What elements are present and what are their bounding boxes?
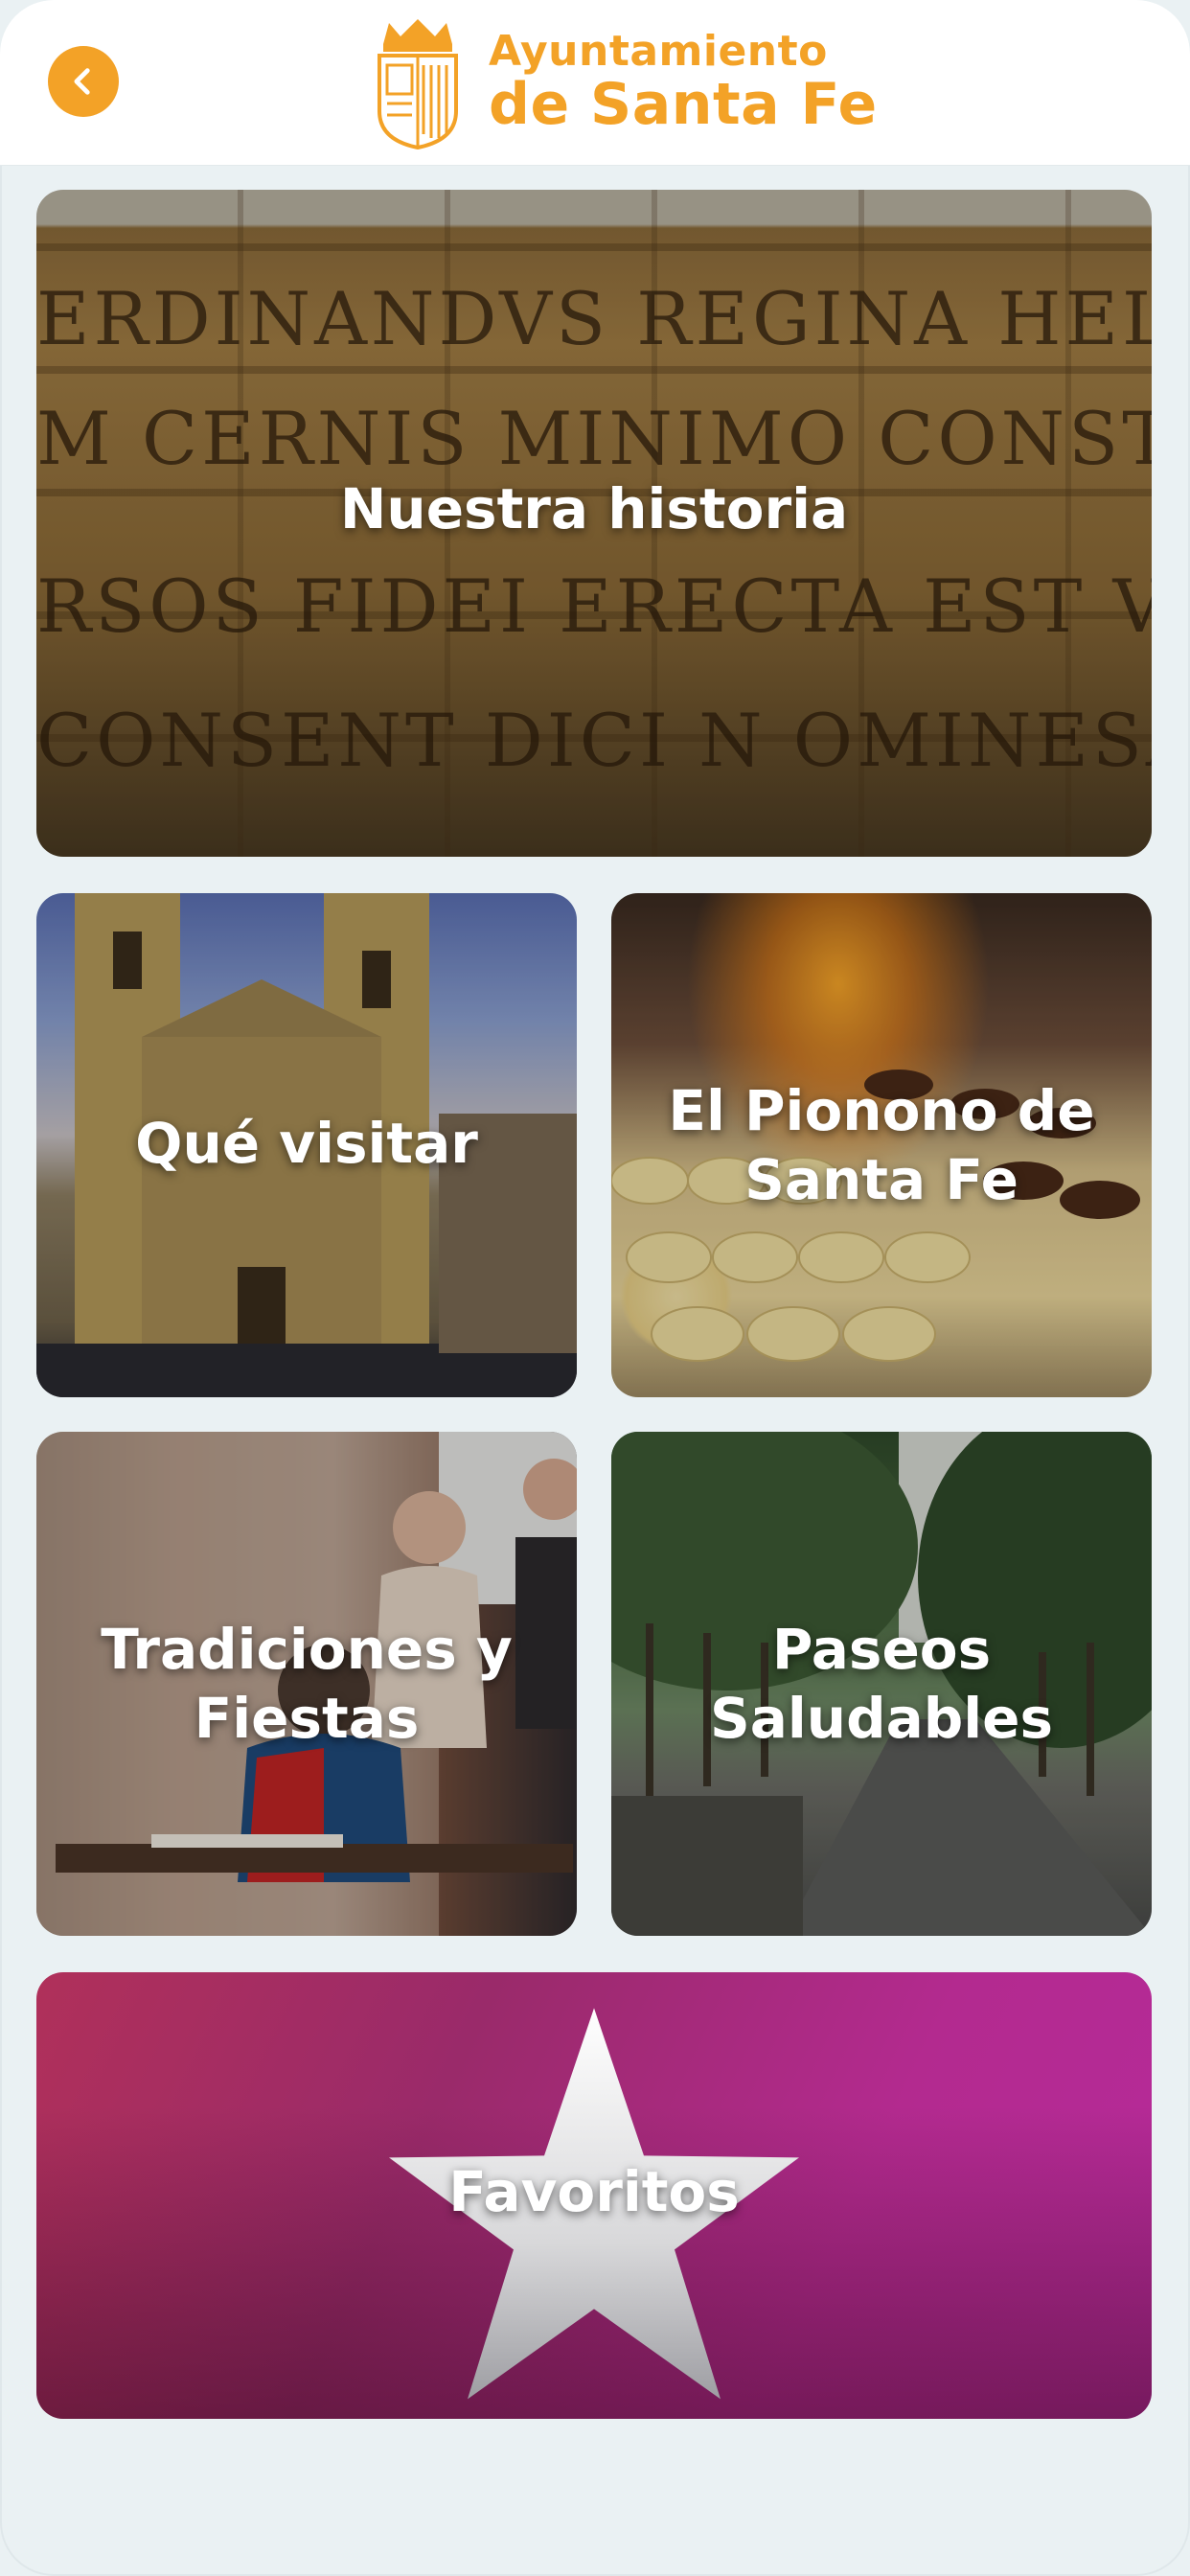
tile-que-visitar[interactable]: Qué visitar (36, 893, 577, 1397)
tile-label: El Pionono de Santa Fe (668, 1077, 1095, 1213)
chevron-left-icon (74, 68, 90, 95)
tile-label: Tradiciones y Fiestas (101, 1616, 513, 1752)
app-header: Ayuntamiento de Santa Fe (0, 0, 1190, 166)
back-button[interactable] (48, 46, 119, 117)
app-title-line2: de Santa Fe (489, 70, 878, 138)
tile-label: Paseos Saludables (710, 1616, 1053, 1752)
tile-label: Favoritos (448, 2158, 740, 2224)
tile-label: Nuestra historia (339, 475, 849, 541)
coat-of-arms-icon (378, 19, 458, 150)
tile-label: Qué visitar (135, 1110, 478, 1176)
app-title: Ayuntamiento de Santa Fe (489, 30, 878, 134)
tile-pionono[interactable]: El Pionono de Santa Fe (611, 893, 1152, 1397)
tile-nuestra-historia[interactable]: ERDINANDVS REGINA HELISABET M CERNIS MIN… (36, 190, 1152, 857)
tile-paseos-saludables[interactable]: Paseos Saludables (611, 1432, 1152, 1936)
app-screen: Ayuntamiento de Santa Fe ERDINANDVS REGI… (0, 0, 1190, 2576)
tile-favoritos[interactable]: Favoritos (36, 1972, 1152, 2419)
app-title-line1: Ayuntamiento (489, 27, 828, 77)
tile-tradiciones-fiestas[interactable]: Tradiciones y Fiestas (36, 1432, 577, 1936)
app-logo: Ayuntamiento de Santa Fe (374, 15, 878, 150)
